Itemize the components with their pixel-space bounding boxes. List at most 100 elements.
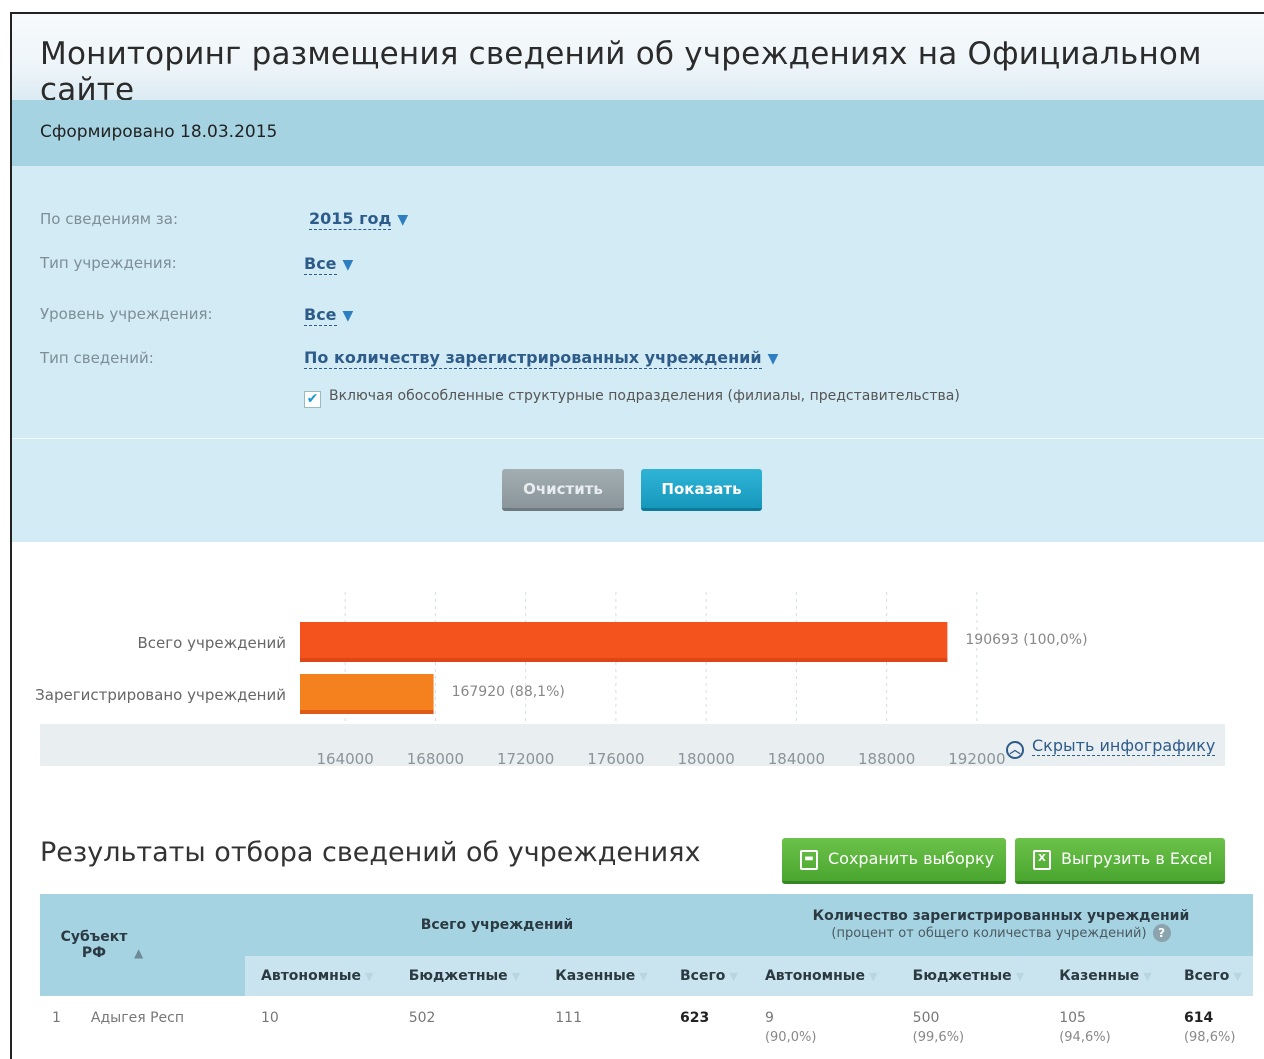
clear-button[interactable]: Очистить: [502, 469, 624, 511]
filter-type-value: Все: [304, 254, 337, 275]
cell-percent: (90,0%): [764, 1030, 817, 1045]
col-label: Бюджетные: [912, 968, 1012, 984]
filter-period-dropdown[interactable]: 2015 год ▼: [309, 209, 409, 230]
cell-percent: (99,6%): [912, 1030, 965, 1045]
cell-reg-total: 614 (98,6%): [1168, 996, 1253, 1058]
infographic-chart: 164000 168000 172000 176000 180000 184000 1880…: [12, 542, 1264, 782]
filter-info-type-label: Тип сведений:: [40, 349, 154, 367]
filter-type-label: Тип учреждения:: [40, 254, 177, 272]
floppy-disk-icon: ▬: [800, 850, 818, 870]
group-total-label: Всего учреждений: [420, 917, 574, 933]
col-label: Всего: [680, 968, 726, 984]
dropdown-arrow-icon: ▼: [397, 212, 409, 228]
x-tick-label: 192000: [948, 750, 1005, 768]
action-bar: Очистить Показать: [12, 438, 1264, 542]
col-label: Автономные: [764, 968, 865, 984]
save-selection-button[interactable]: ▬ Сохранить выборку: [782, 838, 1006, 884]
col-subject-header[interactable]: Субъект РФ ▲: [40, 894, 245, 996]
filters-panel: По сведениям за: 2015 год ▼ Тип учреждени…: [12, 166, 1264, 438]
help-icon[interactable]: ?: [1152, 924, 1171, 942]
col-reg-autonomous[interactable]: Автономные ▼: [748, 956, 897, 996]
table-row[interactable]: 1 Адыгея Респ 10 502 111 623 9 (90,0%) 500…: [40, 996, 1253, 1058]
col-label: Всего: [1183, 968, 1230, 984]
save-selection-label: Сохранить выборку: [828, 849, 995, 868]
filter-info-type-dropdown[interactable]: По количеству зарегистрированных учрежде…: [304, 348, 779, 369]
hide-infographic-link[interactable]: ︿ Скрыть инфографику: [1006, 736, 1216, 759]
bar-shadow: [300, 658, 948, 662]
row-subject-name: Адыгея Респ: [90, 1010, 184, 1026]
row-number: 1: [52, 1010, 61, 1026]
excel-file-icon: X: [1033, 850, 1051, 870]
bar: [300, 622, 948, 662]
col-reg-budget[interactable]: Бюджетные ▼: [896, 956, 1044, 996]
show-button[interactable]: Показать: [641, 469, 762, 511]
group-registered-label: Количество зарегистрированных учреждений: [812, 908, 1190, 924]
x-tick-label: 172000: [497, 750, 554, 768]
cell-value: 105: [1059, 1010, 1086, 1026]
group-total-header: Всего учреждений: [245, 894, 749, 956]
cell-autonomous: 10: [261, 1010, 279, 1026]
cell-reg-autonomous: 9 (90,0%): [749, 996, 897, 1058]
col-autonomous[interactable]: Автономные ▼: [245, 956, 393, 996]
filter-info-type-value: По количеству зарегистрированных учрежде…: [304, 348, 762, 369]
col-label: Казенные: [1059, 968, 1140, 984]
dropdown-arrow-icon: ▼: [767, 351, 779, 367]
col-total[interactable]: Всего ▼: [664, 956, 749, 996]
results-table: Субъект РФ ▲ Всего учреждений Количество …: [40, 894, 1253, 1058]
dropdown-arrow-icon: ▼: [342, 308, 354, 324]
cell-value: 614: [1183, 1010, 1214, 1026]
results-title: Результаты отбора сведений об учреждения…: [40, 837, 701, 868]
col-reg-state[interactable]: Казенные ▼: [1043, 956, 1168, 996]
sort-icon: ▼: [1015, 970, 1025, 983]
x-tick-label: 168000: [407, 750, 464, 768]
bar-data-label: 167920 (88,1%): [452, 684, 565, 700]
x-tick-label: 164000: [316, 750, 373, 768]
group-registered-header: Количество зарегистрированных учреждений…: [748, 894, 1253, 956]
chevron-up-icon: ︿: [1006, 741, 1024, 759]
cell-percent: (94,6%): [1059, 1030, 1111, 1045]
formed-date: Сформировано 18.03.2015: [40, 122, 278, 142]
include-branches-label: Включая обособленные структурные подразд…: [329, 388, 960, 404]
sort-icon: ▼: [729, 970, 738, 983]
x-tick-label: 188000: [858, 750, 915, 768]
cell-reg-state: 105 (94,6%): [1043, 996, 1168, 1058]
col-reg-total[interactable]: Всего ▼: [1167, 956, 1253, 996]
bar-data-label: 190693 (100,0%): [965, 632, 1087, 648]
sort-icon: ▼: [868, 970, 878, 983]
filter-level-dropdown[interactable]: Все ▼: [304, 305, 354, 326]
dropdown-arrow-icon: ▼: [342, 257, 354, 273]
col-label: Бюджетные: [408, 968, 508, 984]
formed-banner: Сформировано 18.03.2015: [12, 100, 1264, 166]
page-title: Мониторинг размещения сведений об учрежд…: [40, 36, 1202, 108]
export-excel-button[interactable]: X Выгрузить в Excel: [1015, 838, 1225, 884]
filter-type-dropdown[interactable]: Все ▼: [304, 254, 354, 275]
cell-reg-budget: 500 (99,6%): [897, 996, 1044, 1058]
page-header: Мониторинг размещения сведений об учрежд…: [12, 14, 1264, 108]
col-state[interactable]: Казенные ▼: [539, 956, 665, 996]
cell-percent: (98,6%): [1183, 1030, 1236, 1045]
checkmark-icon[interactable]: ✔: [304, 391, 321, 408]
filter-level-label: Уровень учреждения:: [40, 305, 213, 323]
bar-category-label: Зарегистрировано учреждений: [35, 686, 286, 704]
bar-shadow: [300, 710, 434, 714]
x-tick-label: 184000: [768, 750, 825, 768]
sort-asc-icon: ▲: [134, 946, 144, 960]
group-registered-note: (процент от общего количества учреждений…: [831, 926, 1147, 941]
sort-icon: ▼: [511, 970, 521, 983]
col-budget[interactable]: Бюджетные ▼: [392, 956, 540, 996]
bar: [300, 674, 434, 714]
col-label: Казенные: [555, 968, 636, 984]
x-tick-label: 176000: [587, 750, 644, 768]
include-branches-checkbox[interactable]: ✔ Включая обособленные структурные подраз…: [304, 388, 960, 408]
bar-category-label: Всего учреждений: [138, 634, 287, 652]
filter-period-value: 2015 год: [309, 209, 392, 230]
cell-value: 9: [764, 1010, 774, 1026]
export-excel-label: Выгрузить в Excel: [1061, 849, 1213, 868]
sort-icon: ▼: [1233, 970, 1242, 983]
x-tick-label: 180000: [677, 750, 734, 768]
col-label: Автономные: [261, 968, 361, 984]
cell-state: 111: [555, 1010, 582, 1026]
cell-budget: 502: [408, 1010, 436, 1026]
filter-level-value: Все: [304, 305, 337, 326]
col-subject-label: Субъект РФ: [60, 929, 128, 961]
